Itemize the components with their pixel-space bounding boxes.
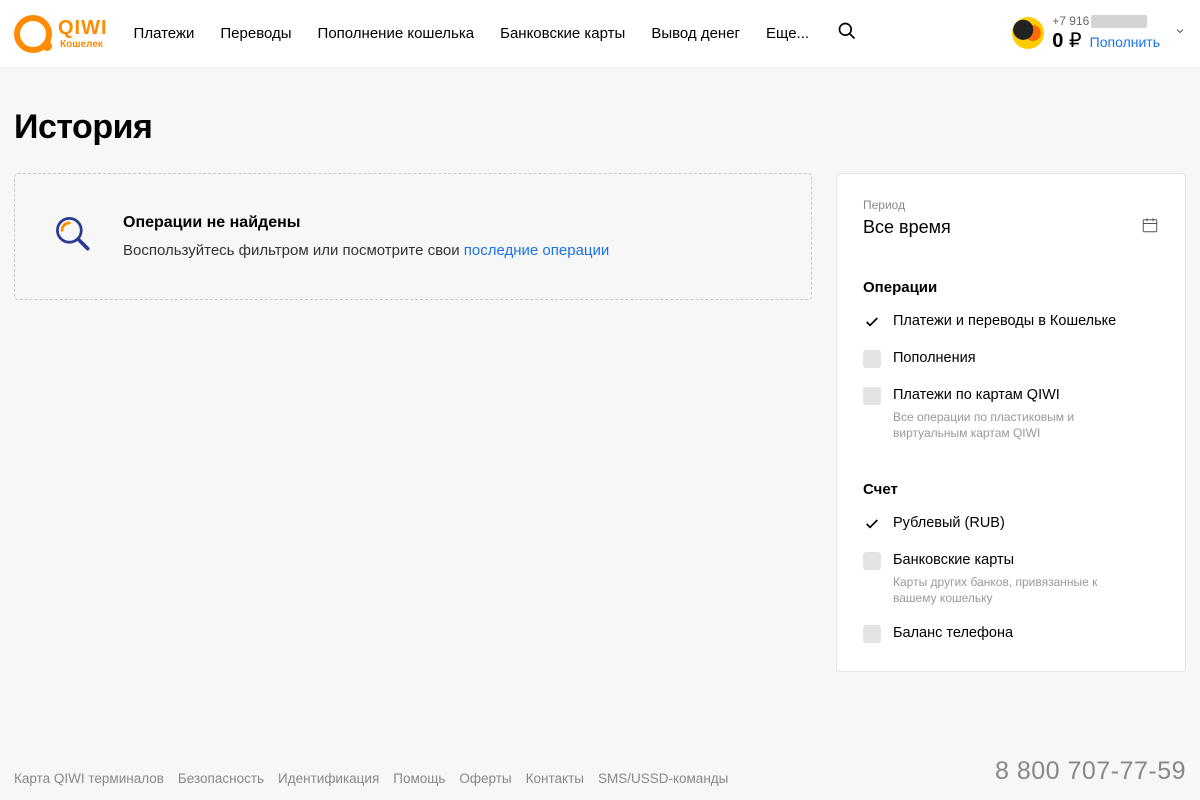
checkbox-unchecked-icon (863, 387, 881, 405)
footer-link-sms-ussd[interactable]: SMS/USSD-команды (598, 771, 728, 786)
nav-item-topup[interactable]: Пополнение кошелька (318, 25, 475, 42)
phone-prefix: +7 916 (1052, 14, 1089, 28)
filter-op-payments-transfers[interactable]: Платежи и переводы в Кошельке (863, 312, 1159, 331)
footer: Карта QIWI терминалов Безопасность Идент… (0, 757, 1200, 800)
footer-links: Карта QIWI терминалов Безопасность Идент… (14, 771, 728, 786)
main: История Операции не найдены Воспользуйте… (0, 68, 1200, 757)
footer-link-contacts[interactable]: Контакты (526, 771, 584, 786)
logo-icon (14, 15, 52, 53)
phone-masked (1091, 15, 1147, 28)
logo-brand: QIWI (58, 18, 108, 38)
checkbox-unchecked-icon (863, 552, 881, 570)
filter-op-card-payments[interactable]: Платежи по картам QIWI Все операции по п… (863, 386, 1159, 441)
filter-acc-label: Банковские карты (893, 551, 1143, 570)
checkbox-checked-icon (863, 515, 881, 533)
empty-state-panel: Операции не найдены Воспользуйтесь фильт… (14, 173, 812, 300)
account-block: +7 916 0 ₽ Пополнить (1012, 14, 1186, 52)
filter-op-deposits[interactable]: Пополнения (863, 349, 1159, 368)
filter-account-section: Счет Рублевый (RUB) Банковские карты Кар… (863, 481, 1159, 643)
filter-acc-sublabel: Карты других банков, привязанные к вашем… (893, 574, 1143, 606)
filter-op-label: Платежи и переводы в Кошельке (893, 312, 1116, 331)
empty-title: Операции не найдены (123, 214, 609, 232)
account-heading: Счет (863, 481, 1159, 498)
filter-acc-phone-balance[interactable]: Баланс телефона (863, 624, 1159, 643)
magnifier-icon (51, 212, 95, 261)
top-nav: Платежи Переводы Пополнение кошелька Бан… (134, 25, 810, 42)
filter-panel: Период Все время Операции Платежи и пере… (836, 173, 1186, 672)
nav-item-withdraw[interactable]: Вывод денег (651, 25, 740, 42)
calendar-icon (1141, 216, 1159, 239)
footer-link-help[interactable]: Помощь (393, 771, 445, 786)
recent-operations-link[interactable]: последние операции (464, 242, 610, 259)
filter-acc-label: Рублевый (RUB) (893, 514, 1005, 533)
search-icon[interactable] (837, 21, 857, 46)
footer-link-offers[interactable]: Оферты (459, 771, 511, 786)
footer-link-terminal-map[interactable]: Карта QIWI терминалов (14, 771, 164, 786)
filter-acc-bank-cards[interactable]: Банковские карты Карты других банков, пр… (863, 551, 1159, 606)
balance-value: 0 (1052, 30, 1063, 52)
topup-link[interactable]: Пополнить (1090, 34, 1160, 51)
footer-phone: 8 800 707-77-59 (995, 757, 1186, 786)
logo-text: QIWI Кошелек (58, 18, 108, 50)
filter-op-sublabel: Все операции по пластиковым и виртуальны… (893, 409, 1143, 441)
footer-link-security[interactable]: Безопасность (178, 771, 264, 786)
checkbox-unchecked-icon (863, 350, 881, 368)
nav-item-payments[interactable]: Платежи (134, 25, 195, 42)
account-phone: +7 916 (1052, 14, 1147, 28)
checkbox-unchecked-icon (863, 625, 881, 643)
checkbox-checked-icon (863, 313, 881, 331)
empty-description: Воспользуйтесь фильтром или посмотрите с… (123, 242, 609, 259)
filter-op-label: Платежи по картам QIWI (893, 386, 1143, 405)
logo-sub: Кошелек (60, 40, 108, 50)
balance: 0 ₽ (1052, 29, 1081, 53)
filter-op-label: Пополнения (893, 349, 976, 368)
currency-symbol: ₽ (1069, 30, 1082, 52)
filter-acc-label: Баланс телефона (893, 624, 1013, 643)
page-title: История (14, 108, 1186, 147)
nav-item-transfers[interactable]: Переводы (220, 25, 291, 42)
footer-link-identification[interactable]: Идентификация (278, 771, 379, 786)
operations-heading: Операции (863, 279, 1159, 296)
filter-acc-rub[interactable]: Рублевый (RUB) (863, 514, 1159, 533)
chevron-down-icon[interactable] (1174, 24, 1186, 42)
nav-item-cards[interactable]: Банковские карты (500, 25, 625, 42)
logo[interactable]: QIWI Кошелек (14, 15, 108, 53)
period-value: Все время (863, 217, 951, 238)
empty-desc-text: Воспользуйтесь фильтром или посмотрите с… (123, 242, 464, 259)
header: QIWI Кошелек Платежи Переводы Пополнение… (0, 0, 1200, 68)
nav-item-more[interactable]: Еще... (766, 25, 809, 42)
avatar[interactable] (1012, 17, 1044, 49)
period-selector[interactable]: Все время (863, 216, 1159, 239)
filter-operations-section: Операции Платежи и переводы в Кошельке П… (863, 279, 1159, 441)
period-label: Период (863, 198, 1159, 212)
